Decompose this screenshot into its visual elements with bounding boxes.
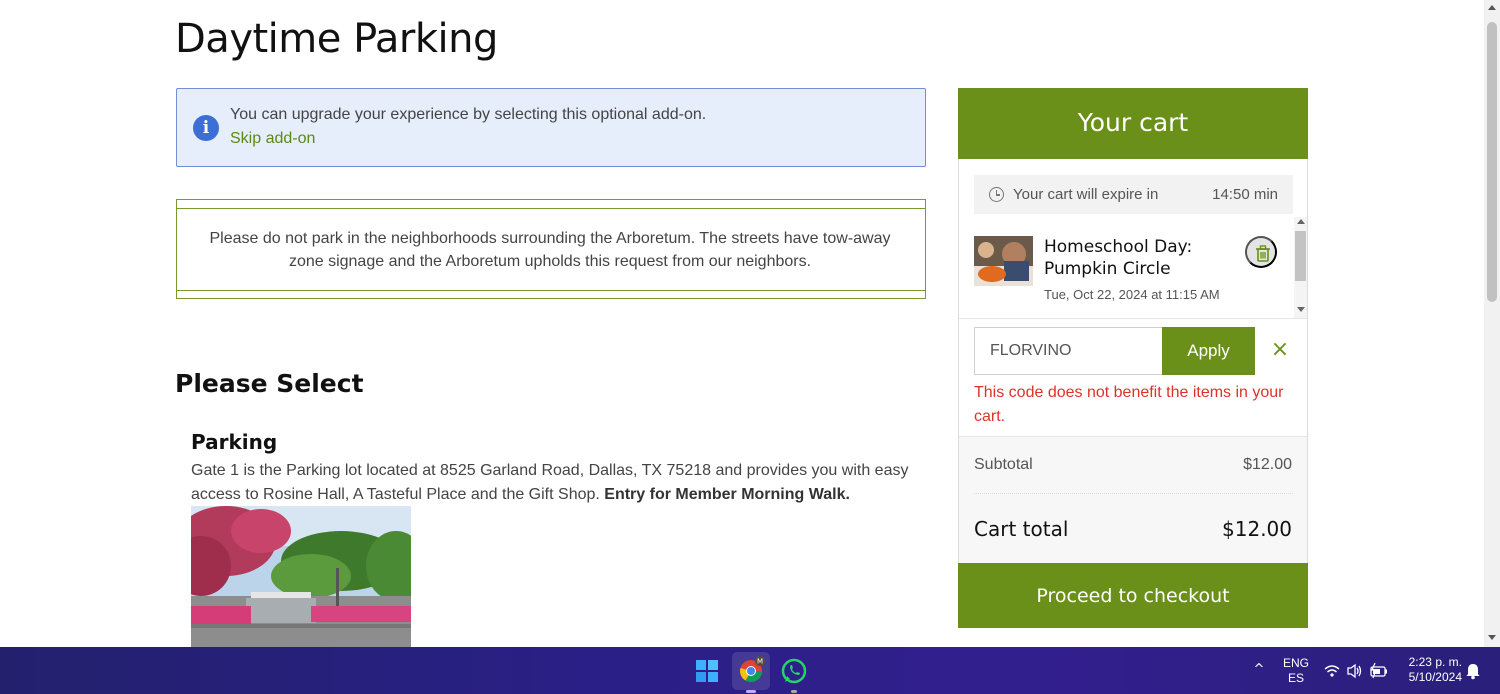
apply-promo-button[interactable]: Apply	[1162, 327, 1255, 375]
parking-notice: Please do not park in the neighborhoods …	[176, 199, 926, 299]
taskbar-clock[interactable]: 2:23 p. m. 5/10/2024	[1396, 655, 1462, 685]
expire-countdown: 14:50 min	[1212, 186, 1278, 203]
language-primary: ENG	[1282, 656, 1309, 670]
cart-items-list[interactable]: Homeschool Day: Pumpkin Circle Tue, Oct …	[959, 217, 1307, 319]
promo-code-input[interactable]	[974, 327, 1164, 375]
trash-icon	[1256, 245, 1270, 262]
cart-item-name: Homeschool Day: Pumpkin Circle	[1044, 237, 1193, 279]
wifi-icon	[1324, 665, 1340, 677]
totals-divider	[974, 493, 1293, 494]
scroll-down-arrow-icon[interactable]	[1297, 307, 1305, 312]
page-scroll-down-icon[interactable]	[1488, 635, 1496, 640]
cart-items-scrollbar[interactable]	[1294, 217, 1307, 318]
cart-title: Your cart	[958, 88, 1308, 159]
windows-taskbar: M ^ ENG ES 2:23 p. m. 5/10/2024	[0, 647, 1500, 694]
page-title: Daytime Parking	[175, 16, 498, 62]
chrome-active-indicator	[746, 690, 756, 693]
subtotal-label: Subtotal	[974, 456, 1033, 473]
page: Daytime Parking i You can upgrade your e…	[0, 0, 1484, 647]
language-secondary: ES	[1287, 671, 1304, 685]
info-icon: i	[193, 115, 219, 141]
expire-label: Your cart will expire in	[1013, 186, 1159, 203]
promo-error-message: This code does not benefit the items in …	[974, 384, 1284, 425]
chrome-icon[interactable]: M	[732, 652, 770, 693]
notification-bell-icon[interactable]	[1464, 662, 1482, 680]
clock-icon	[989, 187, 1004, 202]
page-scrollbar[interactable]	[1484, 0, 1500, 647]
language-indicator[interactable]: ENG ES	[1278, 656, 1314, 686]
cart-item-date: Tue, Oct 22, 2024 at 11:15 AM	[1044, 287, 1220, 302]
page-scroll-up-icon[interactable]	[1488, 5, 1496, 10]
clear-promo-close-icon[interactable]: ×	[1270, 339, 1290, 361]
remove-item-button[interactable]	[1245, 236, 1277, 268]
proceed-to-checkout-button[interactable]: Proceed to checkout	[958, 563, 1308, 628]
parking-description-bold: Entry for Member Morning Walk.	[604, 486, 850, 503]
notice-inner: Please do not park in the neighborhoods …	[176, 208, 926, 291]
cart-item-thumbnail	[974, 236, 1033, 286]
notice-text: Please do not park in the neighborhoods …	[209, 230, 891, 270]
scroll-up-arrow-icon[interactable]	[1297, 219, 1305, 224]
windows-start-icon[interactable]	[688, 652, 726, 690]
cart-totals: Subtotal $12.00 Cart total $12.00	[959, 436, 1307, 563]
parking-option-description: Gate 1 is the Parking lot located at 852…	[191, 459, 911, 507]
skip-addon-link[interactable]: Skip add-on	[230, 130, 315, 148]
cart-total-label: Cart total	[974, 517, 1069, 541]
cart-panel: Your cart Your cart will expire in 14:50…	[958, 88, 1308, 628]
cart-scroll-thumb[interactable]	[1295, 231, 1306, 281]
taskbar-time: 2:23 p. m.	[1408, 655, 1462, 669]
whatsapp-icon[interactable]	[775, 652, 813, 693]
cart-total-value: $12.00	[1222, 517, 1292, 541]
info-message: You can upgrade your experience by selec…	[230, 106, 707, 123]
taskbar-date: 5/10/2024	[1408, 670, 1462, 684]
tray-overflow-chevron-icon[interactable]: ^	[1250, 661, 1268, 679]
battery-icon	[1370, 662, 1387, 679]
page-scroll-thumb[interactable]	[1487, 22, 1497, 302]
subtotal-value: $12.00	[1243, 456, 1292, 473]
addon-info-banner: i You can upgrade your experience by sel…	[176, 88, 926, 167]
parking-option-title: Parking	[191, 430, 278, 454]
svg-text:M: M	[757, 658, 763, 666]
please-select-heading: Please Select	[175, 369, 364, 398]
parking-photo	[191, 506, 411, 647]
cart-expiry-bar: Your cart will expire in 14:50 min	[974, 175, 1293, 214]
whatsapp-running-indicator	[791, 690, 797, 693]
volume-icon	[1347, 663, 1362, 679]
system-tray-icons[interactable]	[1322, 661, 1392, 681]
